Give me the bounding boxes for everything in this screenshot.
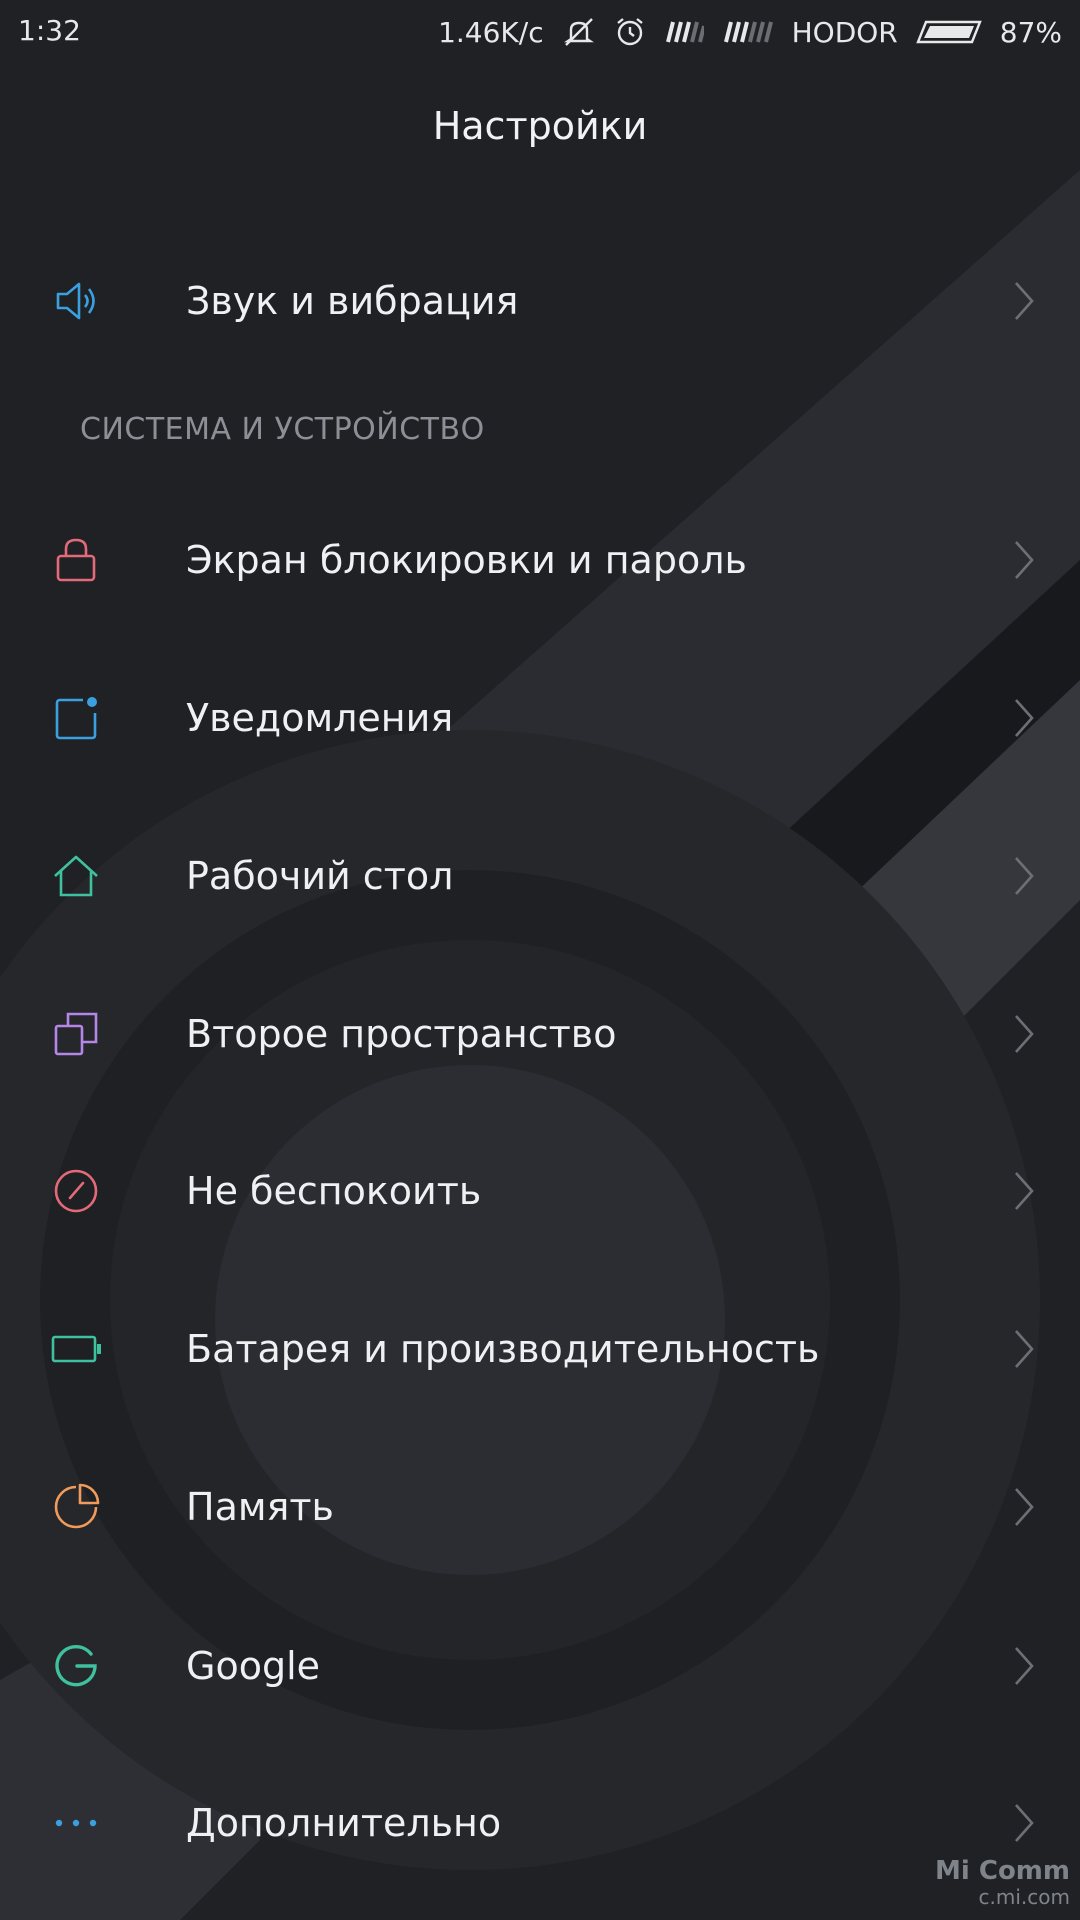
settings-item-do-not-disturb[interactable]: Не беспокоить [0, 1112, 1080, 1270]
network-speed: 1.46K/c [438, 15, 544, 49]
chevron-right-icon [1012, 1801, 1036, 1845]
chevron-right-icon [1012, 1485, 1036, 1529]
chevron-right-icon [1012, 696, 1036, 740]
settings-item-label: Уведомления [186, 696, 454, 740]
carrier-name: HODOR [791, 15, 898, 49]
chevron-right-icon [1012, 279, 1036, 323]
settings-item-google[interactable]: Google [0, 1587, 1080, 1745]
chevron-right-icon [1012, 538, 1036, 582]
battery-icon [915, 18, 982, 46]
settings-item-label: Рабочий стол [186, 854, 454, 898]
status-bar: 1:32 1.46K/c HODOR 87% [0, 0, 1080, 64]
battery-percent: 87% [999, 15, 1062, 49]
settings-item-label: Дополнительно [186, 1801, 502, 1845]
settings-item-notifications[interactable]: Уведомления [0, 639, 1080, 797]
speaker-icon [50, 275, 102, 327]
notification-icon [50, 692, 102, 744]
storage-icon [50, 1481, 102, 1533]
mute-icon [562, 15, 596, 49]
home-icon [50, 850, 102, 902]
settings-item-label: Google [186, 1644, 321, 1688]
settings-item-additional[interactable]: Дополнительно [0, 1744, 1080, 1902]
watermark-line: Mi Comm [935, 1856, 1070, 1887]
settings-item-label: Батарея и производительность [186, 1327, 820, 1371]
lock-icon [50, 534, 102, 586]
settings-item-lock-screen[interactable]: Экран блокировки и пароль [0, 481, 1080, 639]
settings-item-storage[interactable]: Память [0, 1428, 1080, 1586]
settings-item-sound[interactable]: Звук и вибрация [0, 222, 1080, 380]
google-icon [50, 1640, 102, 1692]
watermark-line: c.mi.com [978, 1885, 1070, 1909]
chevron-right-icon [1012, 1169, 1036, 1213]
signal-icon [722, 20, 774, 44]
settings-item-second-space[interactable]: Второе пространство [0, 955, 1080, 1113]
settings-item-label: Память [186, 1485, 334, 1529]
settings-item-label: Второе пространство [186, 1012, 617, 1056]
chevron-right-icon [1012, 1012, 1036, 1056]
chevron-right-icon [1012, 854, 1036, 898]
page-title: Настройки [432, 104, 648, 148]
status-time: 1:32 [18, 14, 81, 47]
chevron-right-icon [1012, 1644, 1036, 1688]
more-icon [50, 1797, 102, 1849]
settings-item-label: Экран блокировки и пароль [186, 538, 747, 582]
battery-performance-icon [50, 1323, 102, 1375]
signal-icon [664, 20, 704, 44]
settings-item-battery[interactable]: Батарея и производительность [0, 1270, 1080, 1428]
settings-item-label: Не беспокоить [186, 1169, 482, 1213]
alarm-icon [614, 16, 646, 48]
status-right: 1.46K/c HODOR 87% [438, 12, 1062, 52]
settings-item-label: Звук и вибрация [186, 279, 519, 323]
settings-item-home-screen[interactable]: Рабочий стол [0, 797, 1080, 955]
second-space-icon [50, 1008, 102, 1060]
do-not-disturb-icon [50, 1165, 102, 1217]
watermark: Mi Comm c.mi.com [935, 1857, 1070, 1908]
section-header: СИСТЕМА И УСТРОЙСТВО [80, 412, 485, 447]
chevron-right-icon [1012, 1327, 1036, 1371]
